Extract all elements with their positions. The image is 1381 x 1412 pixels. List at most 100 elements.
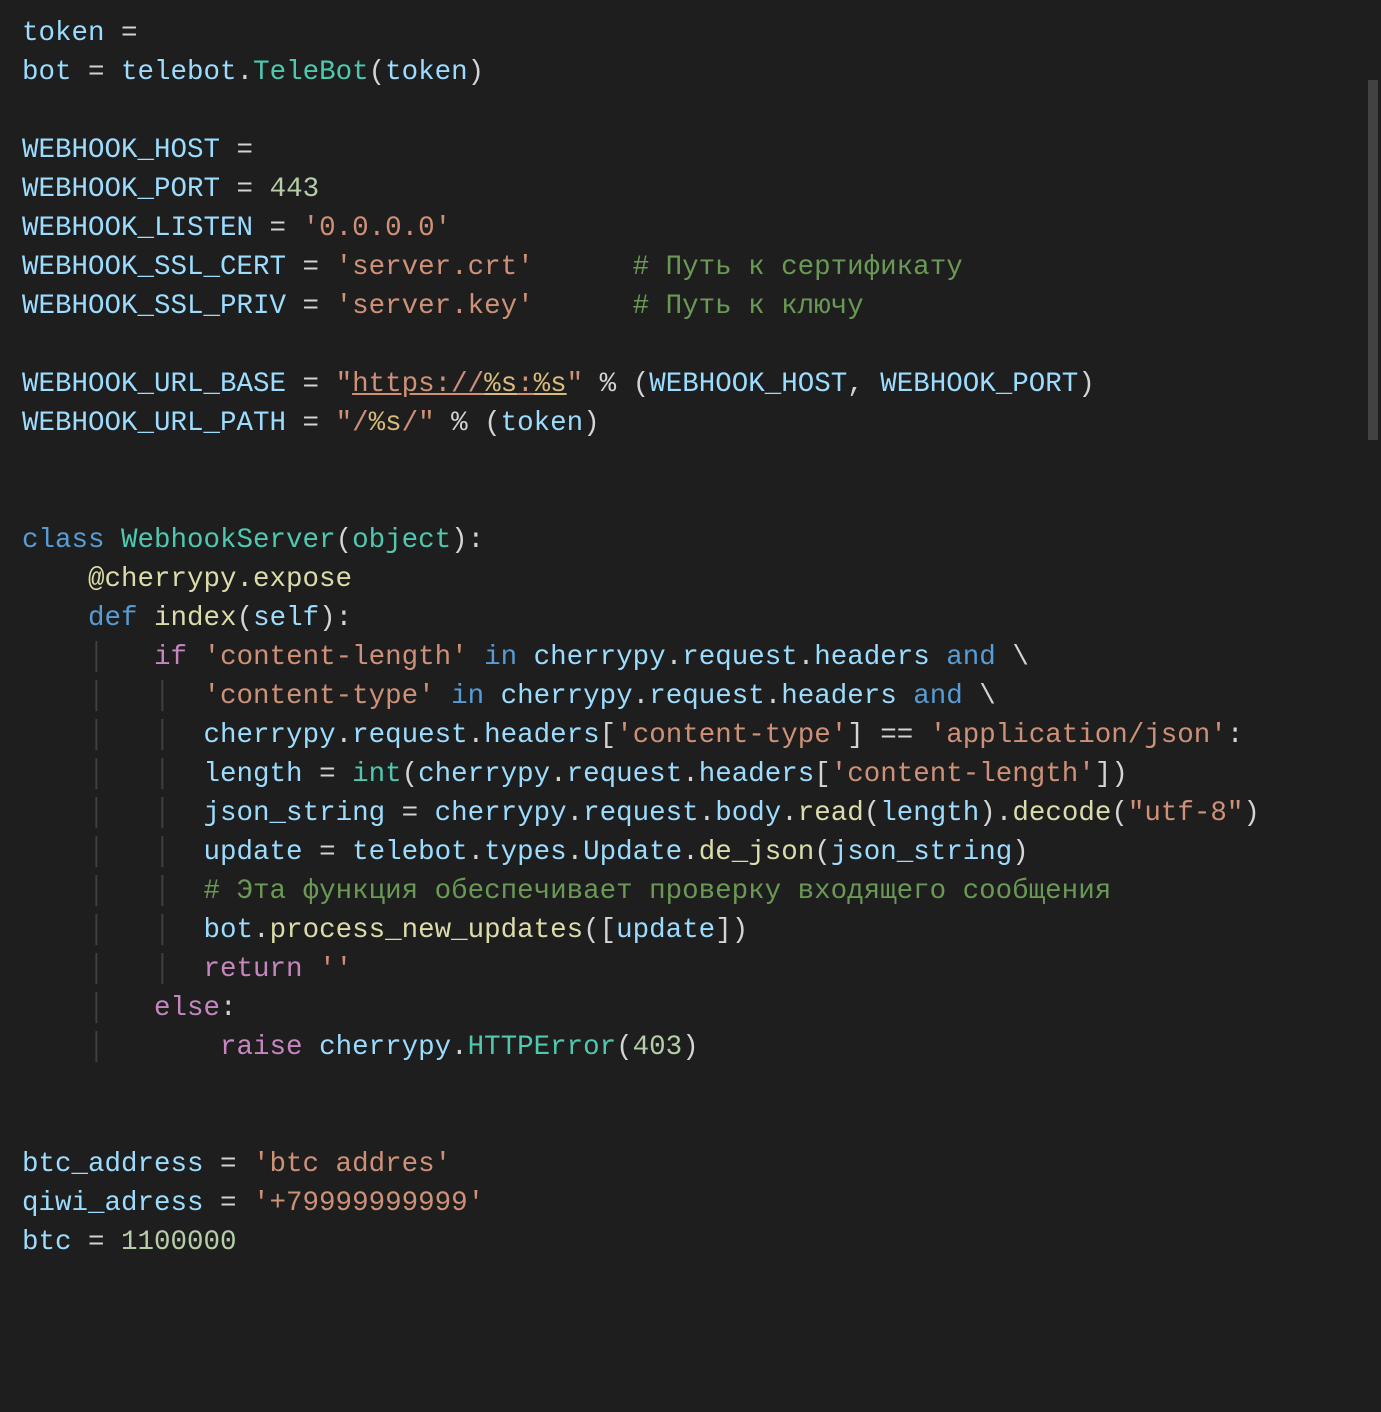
code-token: cherrypy <box>501 681 633 712</box>
code-token: " <box>567 369 584 400</box>
code-token: ) <box>682 1032 699 1063</box>
code-token: token <box>22 18 105 49</box>
code-token: https:// <box>352 369 484 400</box>
code-token: read <box>798 798 864 829</box>
code-token: " <box>336 369 353 400</box>
code-token: 'application/json' <box>930 720 1227 751</box>
code-token: " <box>336 408 353 439</box>
code-token: ] <box>715 915 732 946</box>
code-token: : <box>336 603 353 634</box>
code-token: = <box>303 759 353 790</box>
code-token: = <box>220 135 253 166</box>
code-token: ( <box>336 525 353 556</box>
scrollbar-vertical[interactable] <box>1365 0 1381 1412</box>
code-token: token <box>385 57 468 88</box>
code-decorator: @cherrypy.expose <box>88 564 352 595</box>
code-token: . <box>567 798 584 829</box>
code-token: = <box>385 798 435 829</box>
code-token: telebot <box>352 837 468 868</box>
code-token: int <box>352 759 402 790</box>
code-token: 443 <box>270 174 320 205</box>
code-keyword: else <box>154 993 220 1024</box>
code-token: WEBHOOK_PORT <box>22 174 220 205</box>
code-token: = <box>286 291 336 322</box>
code-token: WEBHOOK_HOST <box>22 135 220 166</box>
code-token: / <box>352 408 369 439</box>
code-token: ( <box>633 369 650 400</box>
code-token: WebhookServer <box>121 525 336 556</box>
code-token: self <box>253 603 319 634</box>
code-token: = <box>303 837 353 868</box>
code-token: , <box>847 369 880 400</box>
code-comment: # Путь к ключу <box>633 291 864 322</box>
code-token: 'content-length' <box>204 642 468 673</box>
code-token: 'content-length' <box>831 759 1095 790</box>
code-token: . <box>550 759 567 790</box>
code-token: bot <box>204 915 254 946</box>
code-token: WEBHOOK_HOST <box>649 369 847 400</box>
code-token: = <box>286 252 336 283</box>
code-token: ( <box>402 759 419 790</box>
code-token: . <box>253 915 270 946</box>
code-token: token <box>501 408 584 439</box>
code-token: json_string <box>831 837 1013 868</box>
code-token: %s <box>484 369 517 400</box>
code-token: update <box>616 915 715 946</box>
code-token: [ <box>600 720 617 751</box>
code-token: 403 <box>633 1032 683 1063</box>
code-token: request <box>649 681 765 712</box>
code-token: %s <box>369 408 402 439</box>
code-token: cherrypy <box>319 1032 451 1063</box>
code-token: : <box>468 525 485 556</box>
code-token: bot <box>22 57 72 88</box>
code-token: decode <box>1012 798 1111 829</box>
code-token: btc_address <box>22 1149 204 1180</box>
code-token: ) <box>1111 759 1128 790</box>
code-token: ] <box>847 720 864 751</box>
code-token: length <box>880 798 979 829</box>
code-token: . <box>996 798 1013 829</box>
code-keyword: return <box>204 954 303 985</box>
code-token: TeleBot <box>253 57 369 88</box>
code-token: request <box>583 798 699 829</box>
code-token: length <box>204 759 303 790</box>
code-comment: # Эта функция обеспечивает проверку вход… <box>204 876 1112 907</box>
code-token: '0.0.0.0' <box>303 213 452 244</box>
code-token: . <box>633 681 650 712</box>
code-token: 'btc addres' <box>253 1149 451 1180</box>
code-token: = <box>72 1227 122 1258</box>
code-token: 'server.crt' <box>336 252 534 283</box>
code-token: ) <box>732 915 749 946</box>
code-token: ( <box>814 837 831 868</box>
code-token: WEBHOOK_SSL_PRIV <box>22 291 286 322</box>
code-token: . <box>468 720 485 751</box>
code-token: ( <box>237 603 254 634</box>
code-token: = <box>72 57 122 88</box>
code-token: WEBHOOK_URL_PATH <box>22 408 286 439</box>
code-token: . <box>699 798 716 829</box>
code-token: Update <box>583 837 682 868</box>
code-token: 'content-type' <box>204 681 435 712</box>
code-keyword: raise <box>220 1032 303 1063</box>
code-token: HTTPError <box>468 1032 617 1063</box>
code-keyword: in <box>484 642 517 673</box>
code-token: % <box>583 369 633 400</box>
code-token: . <box>798 642 815 673</box>
code-token: json_string <box>204 798 386 829</box>
code-token: body <box>715 798 781 829</box>
code-token: cherrypy <box>435 798 567 829</box>
scrollbar-thumb[interactable] <box>1368 80 1378 440</box>
code-token: . <box>765 681 782 712</box>
code-token: 'content-type' <box>616 720 847 751</box>
code-token: . <box>451 1032 468 1063</box>
code-token: ( <box>1111 798 1128 829</box>
code-comment: # Путь к сертификату <box>633 252 963 283</box>
code-token: . <box>781 798 798 829</box>
code-token: = <box>204 1188 254 1219</box>
code-token: cherrypy <box>534 642 666 673</box>
code-keyword: and <box>913 681 963 712</box>
code-token: ) <box>468 57 485 88</box>
code-token: de_json <box>699 837 815 868</box>
code-token: headers <box>699 759 815 790</box>
code-token: telebot <box>121 57 237 88</box>
